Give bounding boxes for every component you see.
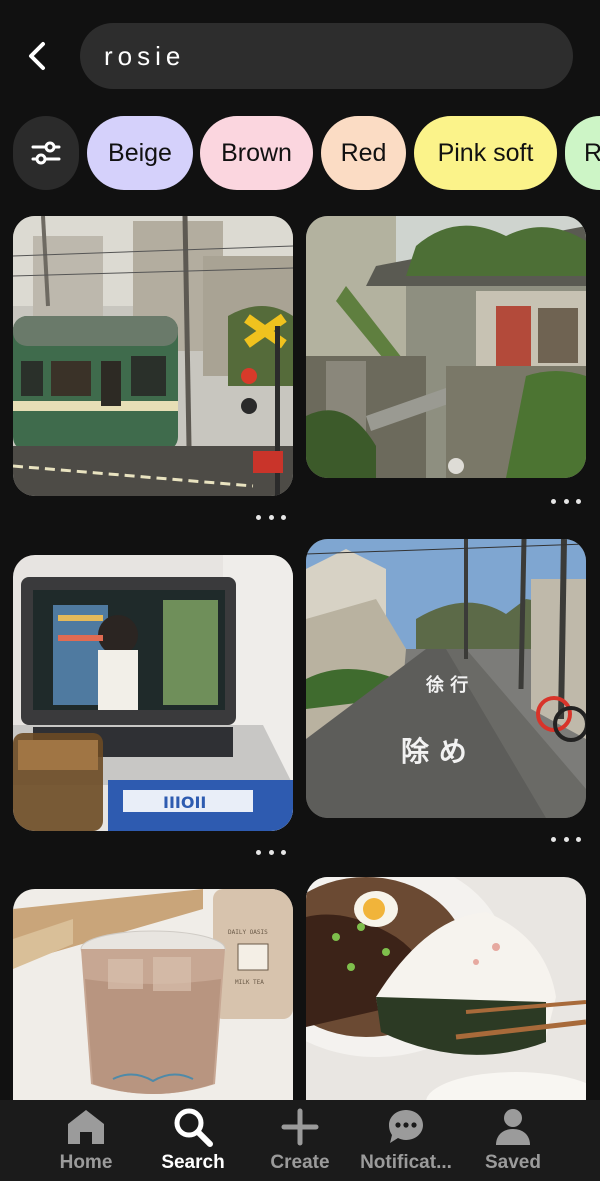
chip-red[interactable]: Red [321, 116, 406, 190]
chip-label: Brown [221, 138, 292, 167]
cup-label-text: DAILY OASIS [228, 929, 268, 936]
search-input[interactable] [102, 39, 546, 73]
pin-image-noodles[interactable] [306, 877, 586, 1100]
overgrown-station-photo [306, 216, 586, 478]
milk-tea-photo: DAILY OASIS MILK TEA [13, 889, 293, 1100]
nav-saved[interactable]: Saved [458, 1100, 568, 1181]
home-icon [68, 1110, 104, 1144]
chip-label: Pink soft [437, 138, 534, 167]
svg-text:IIIOII: IIIOII [163, 793, 206, 812]
pin-image-milk-tea[interactable]: DAILY OASIS MILK TEA [13, 889, 293, 1100]
filter-button[interactable] [13, 116, 79, 190]
pin-image-station[interactable] [306, 216, 586, 478]
chip-brown[interactable]: Brown [200, 116, 313, 190]
more-options-button[interactable] [256, 845, 286, 859]
more-options-button[interactable] [256, 510, 286, 524]
top-bar [0, 0, 600, 110]
chat-bubble-icon [389, 1110, 423, 1143]
road-marking-text-2: 除 め [401, 735, 467, 768]
profile-icon [496, 1109, 530, 1145]
bottom-nav: Home Search Create Notificat... Saved [0, 1100, 600, 1181]
pin-image-laptop[interactable]: IIIOII [13, 555, 293, 831]
chip-beige[interactable]: Beige [87, 116, 193, 190]
sliders-icon [31, 141, 61, 165]
chip-label: Beige [108, 138, 172, 167]
laptop-anime-photo: IIIOII [13, 555, 293, 831]
search-icon [174, 1108, 213, 1147]
nav-label: Saved [485, 1152, 541, 1173]
nav-search[interactable]: Search [138, 1100, 248, 1181]
more-options-button[interactable] [551, 494, 581, 508]
chip-label: Red [340, 138, 387, 167]
train-crossing-photo [13, 216, 293, 496]
carton-label-text: MILK TEA [235, 979, 264, 986]
filter-chips-row: Beige Brown Red Pink soft R [0, 116, 600, 190]
chevron-left-icon [29, 42, 45, 70]
more-options-button[interactable] [551, 832, 581, 846]
back-button[interactable] [18, 36, 58, 76]
noodles-onigiri-photo [306, 877, 586, 1100]
nav-notifications[interactable]: Notificat... [351, 1100, 461, 1181]
pin-image-street[interactable]: 徐 行 除 め [306, 539, 586, 818]
chip-partial[interactable]: R [565, 116, 600, 190]
nav-home[interactable]: Home [31, 1100, 141, 1181]
pin-image-train[interactable] [13, 216, 293, 496]
plus-icon [281, 1108, 319, 1146]
chip-pink-soft[interactable]: Pink soft [414, 116, 557, 190]
search-box[interactable] [80, 23, 573, 89]
chip-label: R [584, 138, 600, 167]
street-road-markings-photo: 徐 行 除 め [306, 539, 586, 818]
nav-create[interactable]: Create [245, 1100, 355, 1181]
road-marking-text-1: 徐 行 [425, 674, 468, 696]
